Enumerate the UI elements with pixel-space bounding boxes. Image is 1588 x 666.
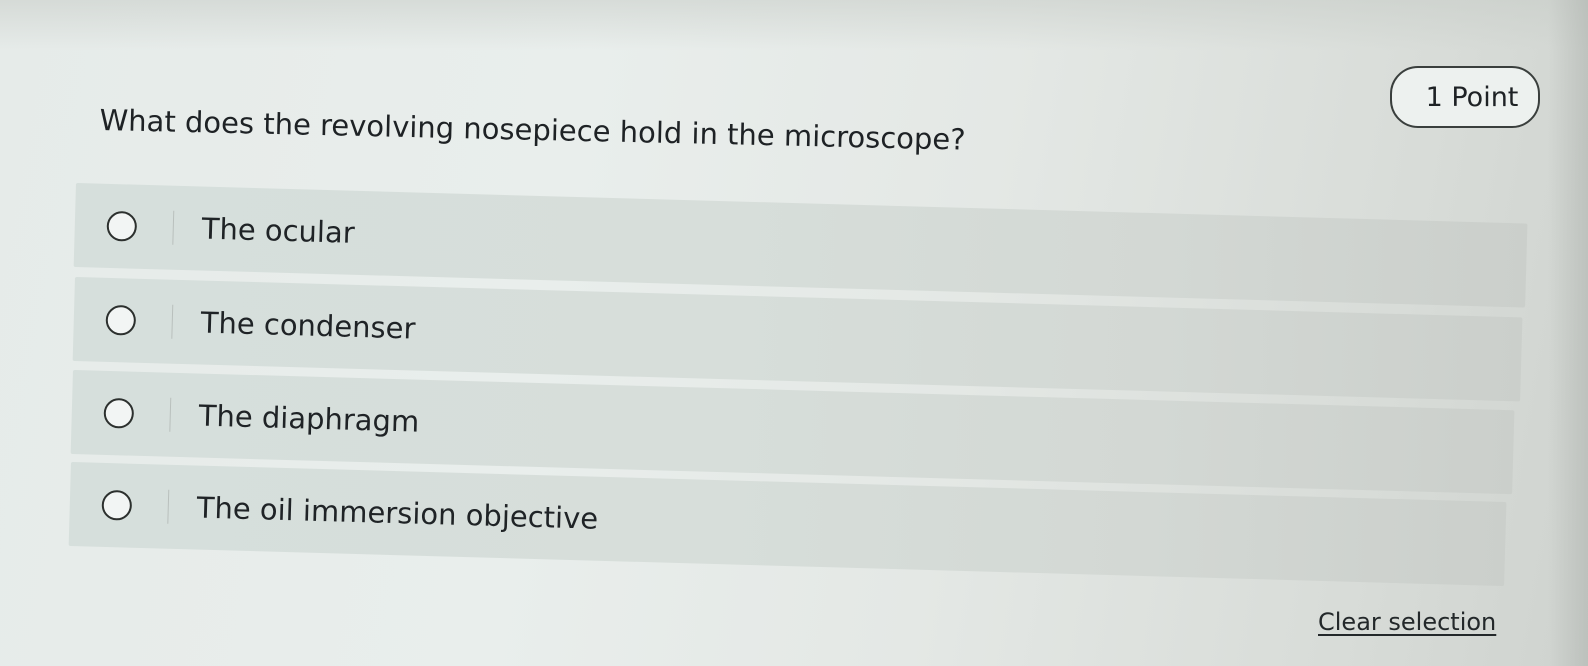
option-divider [172,210,175,245]
radio-button[interactable] [105,304,137,336]
radio-button[interactable] [103,397,135,429]
option-divider [167,489,170,524]
answer-options: The ocular The condenser The diaphragm T… [0,0,1588,666]
radio-button[interactable] [106,210,138,242]
option-label: The ocular [201,211,356,250]
option-label: The diaphragm [198,398,420,439]
radio-button[interactable] [101,489,133,521]
option-label: The oil immersion objective [196,490,599,536]
option-divider [169,397,172,432]
clear-selection-link[interactable]: Clear selection [1318,608,1496,636]
option-label: The condenser [200,305,416,346]
option-divider [171,304,174,339]
